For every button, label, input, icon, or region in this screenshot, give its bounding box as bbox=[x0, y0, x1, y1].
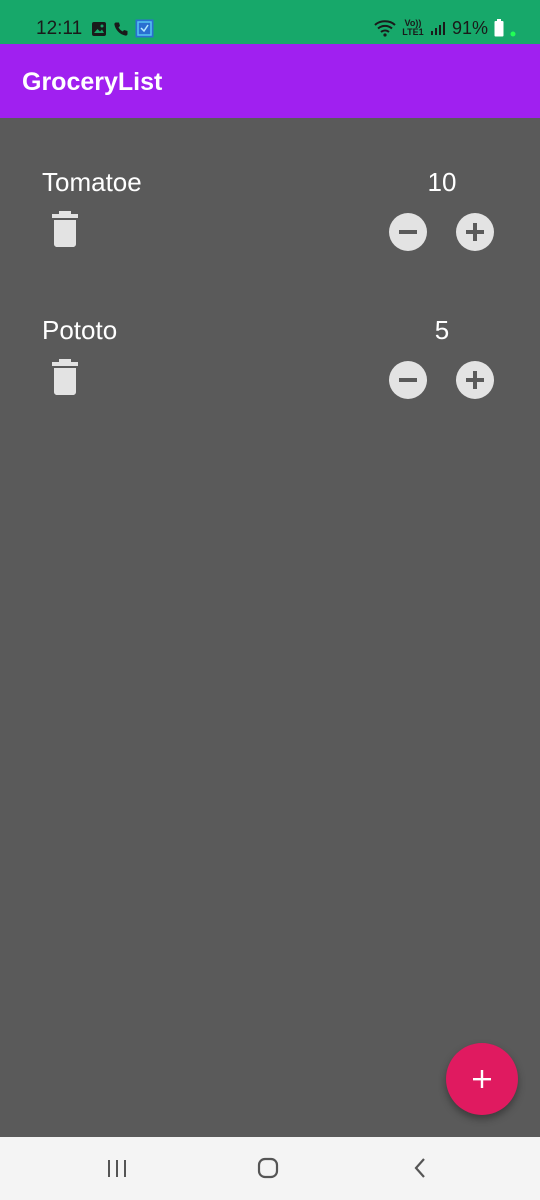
gallery-icon bbox=[92, 21, 106, 36]
app-title: GroceryList bbox=[22, 68, 163, 96]
phone-icon bbox=[114, 22, 128, 36]
delete-button[interactable] bbox=[50, 211, 80, 247]
trash-icon bbox=[52, 211, 78, 247]
status-time: 12:11 bbox=[36, 18, 83, 39]
recents-icon bbox=[108, 1160, 126, 1177]
trash-icon bbox=[52, 359, 78, 395]
plus-icon bbox=[473, 1070, 491, 1088]
status-bar: 12:11 Vo)) LTE1 91% bbox=[0, 0, 540, 44]
plus-circle-icon bbox=[466, 371, 484, 389]
decrement-button[interactable] bbox=[389, 361, 427, 399]
item-name: Tomatoe bbox=[42, 167, 142, 197]
list-item: Pototo 5 bbox=[0, 315, 540, 455]
back-icon bbox=[414, 1158, 425, 1178]
add-item-fab[interactable] bbox=[446, 1043, 518, 1115]
increment-button[interactable] bbox=[456, 213, 494, 251]
wifi-icon bbox=[374, 20, 396, 37]
battery-percent: 91% bbox=[451, 18, 488, 38]
item-quantity: 10 bbox=[427, 167, 457, 197]
back-button[interactable] bbox=[400, 1153, 440, 1183]
minus-circle-icon bbox=[399, 230, 417, 234]
home-button[interactable] bbox=[248, 1153, 288, 1183]
status-icons-right: Vo)) LTE1 91% bbox=[374, 17, 516, 39]
status-icons-left bbox=[91, 19, 154, 38]
list-item: Tomatoe 10 bbox=[0, 167, 540, 307]
recents-button[interactable] bbox=[97, 1153, 137, 1183]
signal-icon bbox=[430, 22, 445, 35]
network-label: Vo)) LTE1 bbox=[402, 18, 424, 37]
plus-circle-icon bbox=[466, 223, 484, 241]
minus-circle-icon bbox=[399, 378, 417, 382]
battery-icon bbox=[494, 19, 504, 37]
home-icon bbox=[257, 1157, 279, 1179]
dot-indicator-icon bbox=[510, 31, 516, 37]
app-notification-icon bbox=[135, 19, 154, 38]
item-name: Pototo bbox=[42, 315, 118, 345]
increment-button[interactable] bbox=[456, 361, 494, 399]
navigation-bar bbox=[0, 1137, 540, 1200]
volte-lte-icon: Vo)) LTE1 bbox=[402, 19, 424, 37]
app-bar: GroceryList bbox=[0, 44, 540, 118]
delete-button[interactable] bbox=[50, 359, 80, 395]
decrement-button[interactable] bbox=[389, 213, 427, 251]
item-quantity: 5 bbox=[434, 315, 450, 345]
